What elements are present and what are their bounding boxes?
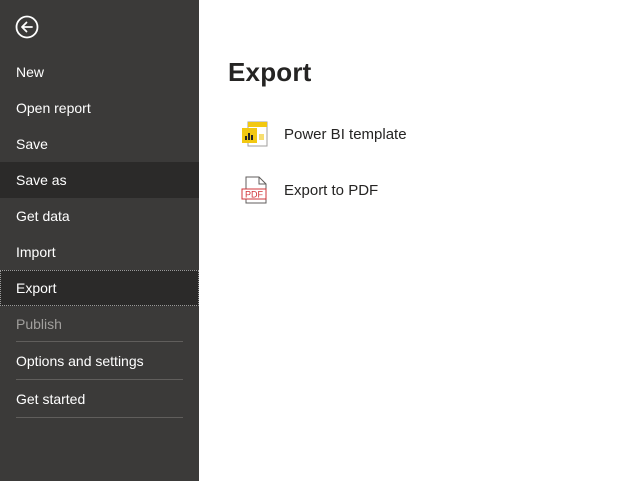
pdf-file-icon: PDF [241,176,267,204]
menu-item-open-report[interactable]: Open report [0,90,199,126]
backstage-menu: New Open report Save Save as Get data Im… [0,54,199,418]
menu-item-label: New [16,64,45,80]
menu-item-label: Import [16,244,56,260]
arrow-left-circle-icon [15,15,39,39]
pdf-icon-text: PDF [245,190,264,200]
export-to-pdf-label: Export to PDF [284,181,379,199]
menu-item-new[interactable]: New [0,54,199,90]
menu-item-get-data[interactable]: Get data [0,198,199,234]
menu-item-label: Publish [16,316,62,332]
menu-item-save-as[interactable]: Save as [0,162,199,198]
backstage-sidebar: New Open report Save Save as Get data Im… [0,0,199,481]
power-bi-template-icon [242,121,268,147]
menu-item-label: Open report [16,100,91,116]
power-bi-template-option[interactable]: Power BI template [239,116,407,152]
menu-item-label: Save [16,136,48,152]
menu-item-label: Save as [16,172,67,188]
export-panel: Export Power BI template PDF Export to P… [199,0,636,481]
menu-item-get-started[interactable]: Get started [0,380,199,418]
app-window: New Open report Save Save as Get data Im… [0,0,636,481]
menu-item-options-and-settings[interactable]: Options and settings [0,342,199,380]
menu-item-label: Export [16,280,57,296]
export-to-pdf-option[interactable]: PDF Export to PDF [239,172,378,208]
menu-item-import[interactable]: Import [0,234,199,270]
menu-item-publish: Publish [0,306,199,342]
menu-item-export[interactable]: Export [0,270,199,306]
power-bi-template-label: Power BI template [284,125,407,143]
menu-item-save[interactable]: Save [0,126,199,162]
menu-item-label: Get data [16,208,70,224]
menu-item-label: Get started [16,391,86,407]
menu-item-label: Options and settings [16,353,144,369]
back-button[interactable] [15,15,39,39]
page-title: Export [228,57,312,87]
